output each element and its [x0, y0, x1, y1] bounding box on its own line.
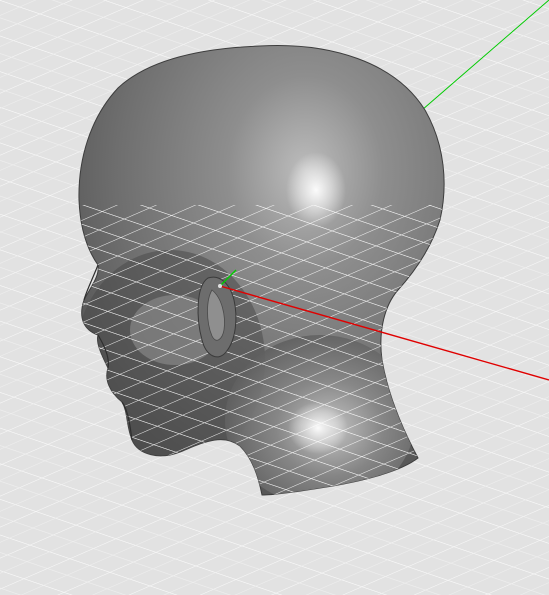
scene-canvas[interactable]	[0, 0, 549, 595]
origin-marker	[218, 284, 222, 288]
3d-viewport[interactable]	[0, 0, 549, 595]
